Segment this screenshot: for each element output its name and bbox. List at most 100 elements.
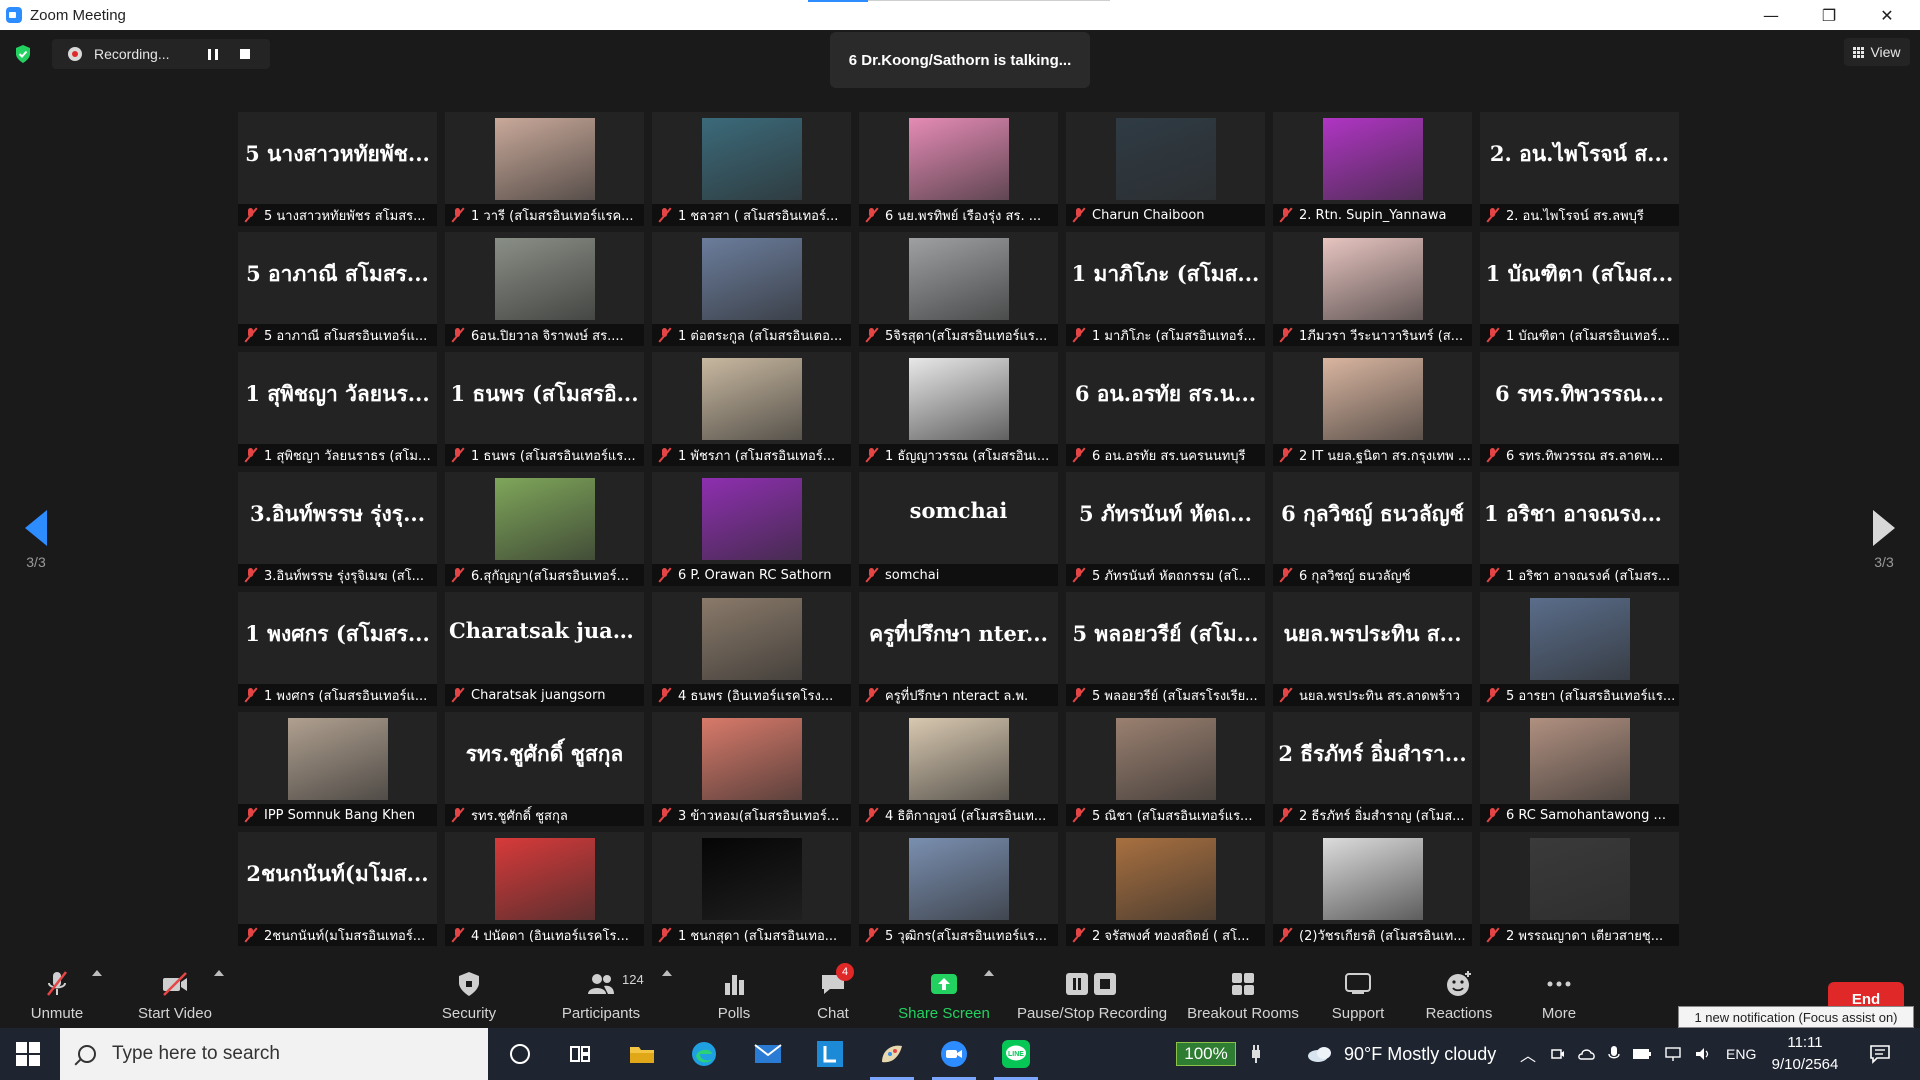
pause-recording-icon[interactable] xyxy=(208,48,218,60)
start-video-button[interactable]: Start Video xyxy=(132,960,218,1028)
participant-tile[interactable]: (2)วัชรเกียรติ (สโมสรอินเท... xyxy=(1273,832,1472,946)
participant-tile[interactable]: 5 นางสาวหทัยพัช... 5 นางสาวหทัยพัชร สโมสร… xyxy=(238,112,437,226)
participant-tile[interactable]: 1 ธนพร (สโมสรอิ... 1 ธนพร (สโมสรอินเทอร์แ… xyxy=(445,352,644,466)
cortana-icon[interactable] xyxy=(504,1038,536,1070)
video-options-caret-icon[interactable] xyxy=(214,970,224,976)
battery-icon[interactable] xyxy=(1632,1047,1652,1061)
participant-tile[interactable]: 1 พัชรภา (สโมสรอินเทอร์... xyxy=(652,352,851,466)
participant-tile[interactable]: 6 อน.อรทัย สร.น... 6 อน.อรทัย สร.นครนนทบุ… xyxy=(1066,352,1265,466)
participant-tile[interactable]: IPP Somnuk Bang Khen xyxy=(238,712,437,826)
breakout-rooms-button[interactable]: Breakout Rooms xyxy=(1186,960,1300,1028)
participant-tile[interactable]: 2 ธีรภัทร์ อิ่มสำรา... 2 ธีรภัทร์ อิ่มสำร… xyxy=(1273,712,1472,826)
participant-tile[interactable]: 1 ธัญญาวรรณ (สโมสรอินเ... xyxy=(859,352,1058,466)
task-view-icon[interactable] xyxy=(564,1038,596,1070)
muted-mic-icon xyxy=(1279,328,1293,342)
participant-tile[interactable]: 1 ต่อตระกูล (สโมสรอินเตอ... xyxy=(652,232,851,346)
network-icon[interactable] xyxy=(1664,1046,1682,1062)
meet-now-icon[interactable] xyxy=(1550,1046,1566,1062)
reactions-button[interactable]: Reactions xyxy=(1426,960,1492,1028)
participant-tile[interactable]: 5 พลอยวรีย์ (สโม... 5 พลอยวรีย์ (สโมสรโรง… xyxy=(1066,592,1265,706)
participant-tile[interactable]: 1 สุพิชญา วัลยนร... 1 สุพิชญา วัลยนราธร (… xyxy=(238,352,437,466)
participant-tile[interactable]: 2. อน.ไพโรจน์ ส... 2. อน.ไพโรจน์ สร.ลพบุร… xyxy=(1480,112,1679,226)
participant-tile[interactable]: 1 วารี (สโมสรอินเทอร์แรค... xyxy=(445,112,644,226)
file-explorer-icon[interactable] xyxy=(626,1038,658,1070)
participant-tile[interactable]: 3.อินท์พรรษ รุ่งรุ... 3.อินท์พรรษ รุ่งรุจ… xyxy=(238,472,437,586)
participant-tile[interactable]: 6.สุกัญญา(สโมสรอินเทอร์... xyxy=(445,472,644,586)
participant-tile[interactable]: 6 กุลวิชญ์ ธนวลัญช์ 6 กุลวิชญ์ ธนวลัญช์ xyxy=(1273,472,1472,586)
participant-tile[interactable]: 1 อริชา อาจณรงค์... 1 อริชา อาจณรงค์ (สโม… xyxy=(1480,472,1679,586)
action-center-icon[interactable] xyxy=(1864,1038,1896,1070)
participant-tile[interactable]: 5 วุฒิกร(สโมสรอินเทอร์แร... xyxy=(859,832,1058,946)
paint-app-icon[interactable] xyxy=(870,1038,914,1080)
participant-tile[interactable]: 2 จรัสพงศ์ ทองสถิตย์ ( สโ... xyxy=(1066,832,1265,946)
participants-button[interactable]: Participants xyxy=(554,960,648,1028)
participant-tile[interactable]: 1 ชนกสุดา (สโมสรอินเทอ... xyxy=(652,832,851,946)
participant-tile[interactable]: 5จิรสุดา(สโมสรอินเทอร์แร... xyxy=(859,232,1058,346)
participant-tile[interactable]: รทร.ชูศักดิ์ ชูสกุล รทร.ชูศักดิ์ ชูสกุล xyxy=(445,712,644,826)
participant-tile[interactable]: 6 นย.พรทิพย์ เรืองรุ่ง สร. ... xyxy=(859,112,1058,226)
participant-tile[interactable]: 6 P. Orawan RC Sathorn xyxy=(652,472,851,586)
participant-tile[interactable]: 2 พรรณญาดา เตียวสายชุ... xyxy=(1480,832,1679,946)
participant-tile[interactable]: 1 ชลวสา ( สโมสรอินเทอร์... xyxy=(652,112,851,226)
participant-tile[interactable]: 2ชนกนันท์(มโมส... 2ชนกนันท์(มโมสรอินเทอร์… xyxy=(238,832,437,946)
line-app-icon[interactable]: LINE xyxy=(994,1038,1038,1080)
previous-page-button[interactable]: 3/3 xyxy=(16,510,56,570)
participant-tile[interactable]: 3 ข้าวหอม(สโมสรอินเทอร์... xyxy=(652,712,851,826)
pause-stop-recording-button[interactable]: Pause/Stop Recording xyxy=(1016,960,1168,1028)
stop-recording-icon[interactable] xyxy=(240,49,250,59)
participant-tile[interactable]: ครูที่ปรึกษา nter... ครูที่ปรึกษา nteract… xyxy=(859,592,1058,706)
participant-tile[interactable]: 6 รทร.ทิพวรรณ... 6 รทร.ทิพวรรณ สร.ลาดพ... xyxy=(1480,352,1679,466)
zoom-taskbar-icon[interactable] xyxy=(932,1038,976,1080)
close-button[interactable]: ✕ xyxy=(1858,0,1916,30)
participant-name: 3 ข้าวหอม(สโมสรอินเทอร์... xyxy=(678,808,840,824)
share-options-caret-icon[interactable] xyxy=(984,970,994,976)
participant-tile[interactable]: 6อน.ปิยวาล จิราพงษ์ สร.... xyxy=(445,232,644,346)
participant-tile[interactable]: 4 ธิติกาญจน์ (สโมสรอินเท... xyxy=(859,712,1058,826)
battery-percent[interactable]: 100% xyxy=(1176,1042,1236,1066)
participant-tile[interactable]: 4 ธนพร (อินเทอร์แรคโรง... xyxy=(652,592,851,706)
audio-options-caret-icon[interactable] xyxy=(92,970,102,976)
share-screen-button[interactable]: Share Screen xyxy=(898,960,990,1028)
support-button[interactable]: Support xyxy=(1330,960,1386,1028)
next-page-button[interactable]: 3/3 xyxy=(1864,510,1904,570)
participant-tile[interactable]: 5 ณิชา (สโมสรอินเทอร์แร... xyxy=(1066,712,1265,826)
windows-start-button[interactable] xyxy=(16,1042,40,1066)
minimize-button[interactable]: — xyxy=(1742,0,1800,30)
restore-button[interactable]: ❐ xyxy=(1800,0,1858,30)
weather-widget[interactable]: 90°F Mostly cloudy xyxy=(1306,1028,1496,1080)
participant-tile[interactable]: 1 พงศกร (สโมสร... 1 พงศกร (สโมสรอินเทอร์แ… xyxy=(238,592,437,706)
participant-tile[interactable]: 6 RC Samohantawong ... xyxy=(1480,712,1679,826)
taskbar-search-box[interactable]: Type here to search xyxy=(60,1028,488,1080)
tray-chevron-up-icon[interactable]: ︿ xyxy=(1520,1042,1536,1066)
participant-tile[interactable]: 5 ภัทรนันท์ หัตถ... 5 ภัทรนันท์ หัตถกรรม … xyxy=(1066,472,1265,586)
taskbar-clock[interactable]: 11:11 9/10/2564 xyxy=(1760,1032,1850,1076)
participant-tile[interactable]: 1 บัณฑิตา (สโมส... 1 บัณฑิตา (สโมสรอินเทอ… xyxy=(1480,232,1679,346)
unmute-button[interactable]: Unmute xyxy=(24,960,90,1028)
edge-browser-icon[interactable] xyxy=(688,1038,720,1070)
participant-tile[interactable]: somchai somchai xyxy=(859,472,1058,586)
participant-tile[interactable]: นยล.พรประทิน ส... นยล.พรประทิน สร.ลาดพร้า… xyxy=(1273,592,1472,706)
participant-tile[interactable]: Charun Chaiboon xyxy=(1066,112,1265,226)
participant-tile[interactable]: 1ภีมวรา วีระนาวารินทร์ (ส... xyxy=(1273,232,1472,346)
participant-caption: 1 พัชรภา (สโมสรอินเทอร์... xyxy=(652,444,851,466)
volume-icon[interactable] xyxy=(1694,1046,1712,1062)
participant-tile[interactable]: 5 อารยา (สโมสรอินเทอร์แร... xyxy=(1480,592,1679,706)
more-button[interactable]: More xyxy=(1538,960,1580,1028)
microphone-tray-icon[interactable] xyxy=(1608,1045,1620,1063)
participant-tile[interactable]: 1 มาภิโภะ (สโมส... 1 มาภิโภะ (สโมสรอินเทอ… xyxy=(1066,232,1265,346)
l-app-icon[interactable] xyxy=(814,1038,846,1070)
onedrive-cloud-icon[interactable] xyxy=(1578,1047,1596,1061)
security-button[interactable]: Security xyxy=(432,960,506,1028)
chat-button[interactable]: 4 Chat xyxy=(812,960,854,1028)
participant-tile[interactable]: 2 IT นยล.ฐนิตา สร.กรุงเทพ น... xyxy=(1273,352,1472,466)
participant-tile[interactable]: 2. Rtn. Supin_Yannawa xyxy=(1273,112,1472,226)
participants-options-caret-icon[interactable] xyxy=(662,970,672,976)
mail-icon[interactable] xyxy=(752,1038,784,1070)
participant-tile[interactable]: 4 ปนัดดา (อินเทอร์แรคโร... xyxy=(445,832,644,946)
input-language[interactable]: ENG xyxy=(1726,1046,1756,1062)
view-button[interactable]: View xyxy=(1844,38,1910,66)
participant-tile[interactable]: Charatsak juang... Charatsak juangsorn xyxy=(445,592,644,706)
security-shield-icon[interactable] xyxy=(14,44,32,64)
participant-tile[interactable]: 5 อาภาณี สโมสร... 5 อาภาณี สโมสรอินเทอร์แ… xyxy=(238,232,437,346)
polls-button[interactable]: Polls xyxy=(712,960,756,1028)
